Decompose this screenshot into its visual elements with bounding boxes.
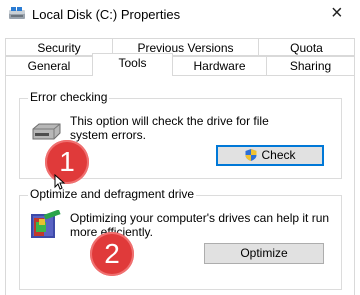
check-button[interactable]: Check	[216, 145, 324, 166]
mouse-cursor-icon	[54, 173, 66, 190]
annotation-badge-1: 1	[45, 140, 89, 184]
hard-drive-icon	[31, 123, 61, 141]
drive-icon	[8, 6, 26, 22]
tab-hardware[interactable]: Hardware	[172, 56, 267, 76]
error-checking-title: Error checking	[28, 90, 110, 104]
tab-general[interactable]: General	[5, 56, 93, 76]
tab-tools[interactable]: Tools	[92, 53, 173, 76]
window-title: Local Disk (C:) Properties	[32, 7, 181, 22]
optimize-button[interactable]: Optimize	[204, 243, 324, 264]
close-icon[interactable]: ×	[331, 3, 343, 23]
shield-icon	[244, 148, 258, 162]
annotation-badge-2: 2	[90, 232, 134, 276]
tab-quota[interactable]: Quota	[258, 38, 355, 56]
check-button-label: Check	[261, 148, 296, 162]
tab-sharing[interactable]: Sharing	[266, 56, 355, 76]
error-checking-description: This option will check the drive for fil…	[70, 114, 269, 142]
defrag-icon	[29, 209, 63, 240]
